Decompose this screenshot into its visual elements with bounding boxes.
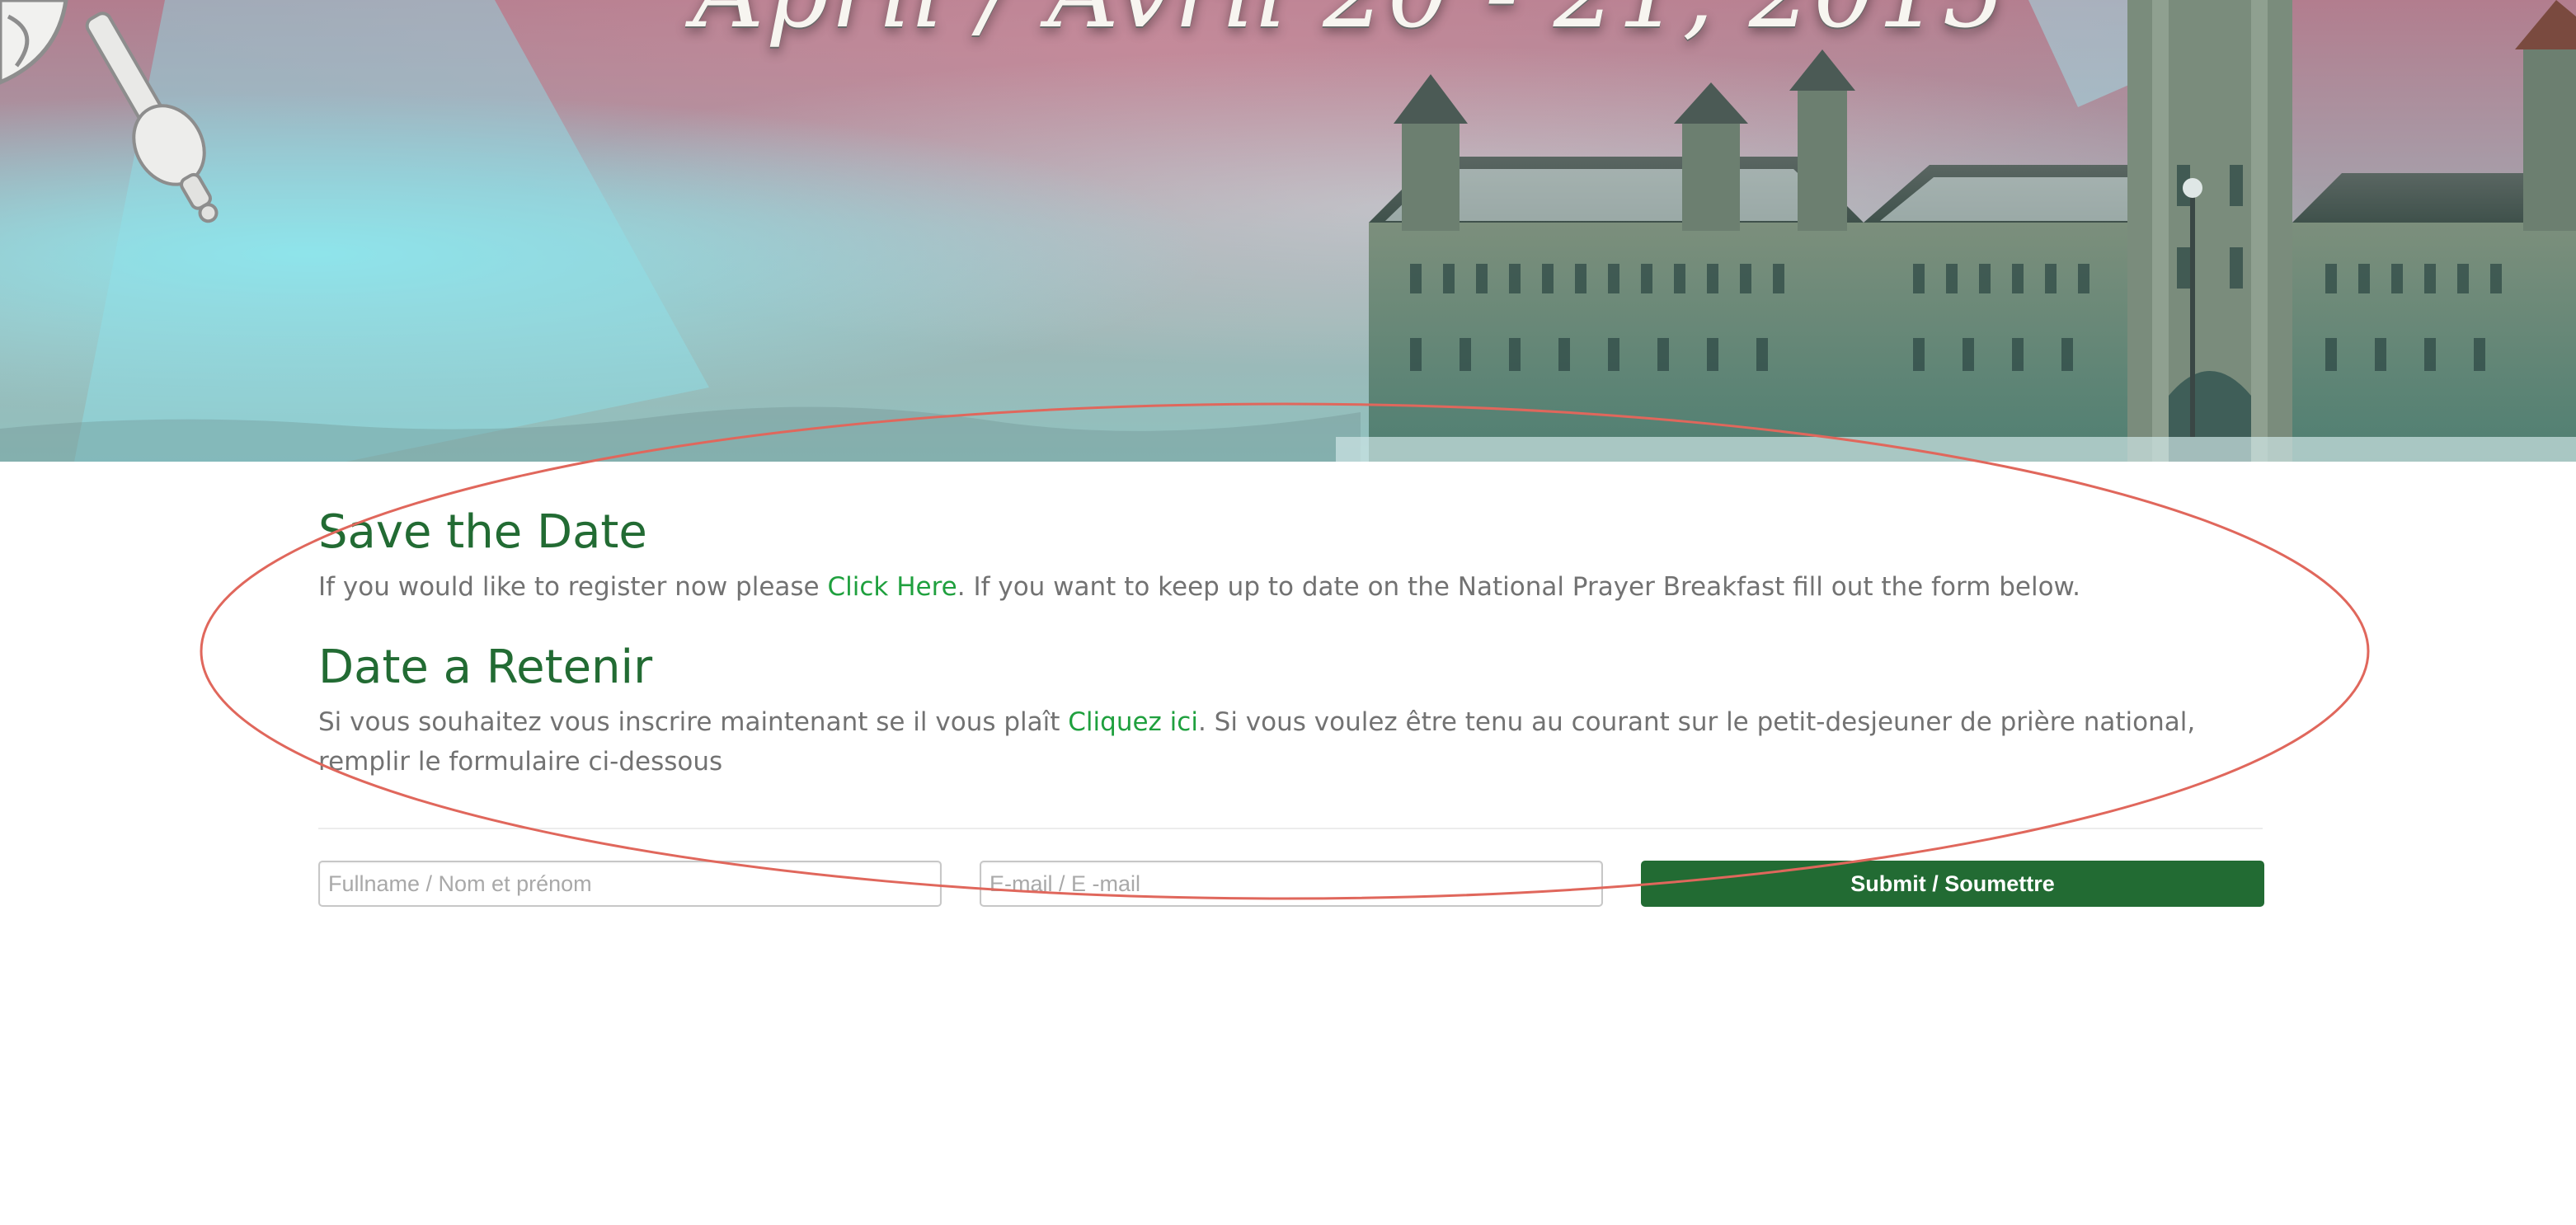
inscription-link[interactable]: Cliquez ici [1068, 707, 1198, 737]
fullname-input[interactable] [318, 861, 942, 907]
save-the-date-text-after: . If you want to keep up to date on the … [957, 572, 2080, 602]
save-the-date-text-before: If you would like to register now please [318, 572, 828, 602]
section-divider [318, 828, 2263, 829]
email-input[interactable] [980, 861, 1603, 907]
submit-button[interactable]: Submit / Soumettre [1641, 861, 2264, 907]
date-a-retenir-heading: Date a Retenir [318, 641, 653, 694]
register-link[interactable]: Click Here [827, 572, 957, 602]
save-the-date-heading: Save the Date [318, 505, 647, 559]
signup-form: Submit / Soumettre [318, 861, 2264, 910]
main-content: Save the Date If you would like to regis… [318, 462, 2264, 910]
date-a-retenir-text-before: Si vous souhaitez vous inscrire maintena… [318, 707, 1069, 737]
crest-emblem-icon [0, 0, 219, 223]
hero-banner: April / Avril 20 - 21, 2015 [0, 0, 2576, 462]
parliament-building-image [1336, 0, 2576, 462]
date-a-retenir-text: Si vous souhaitez vous inscrire maintena… [318, 702, 2263, 781]
save-the-date-text: If you would like to register now please… [318, 567, 2263, 607]
